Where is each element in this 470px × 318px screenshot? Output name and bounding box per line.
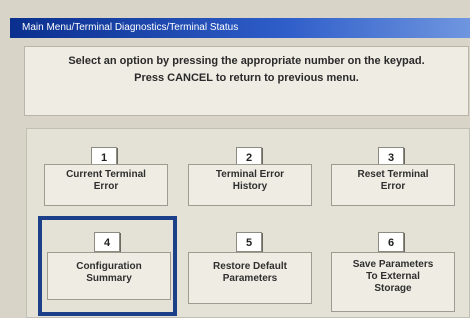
selected-option-highlight <box>38 216 177 316</box>
option-1-label-button[interactable]: Current Terminal Error <box>44 164 168 206</box>
option-1-label-line: Current Terminal <box>66 169 146 180</box>
option-3-label-button[interactable]: Reset Terminal Error <box>331 164 455 206</box>
option-6-label-line: To External <box>366 271 420 282</box>
option-6-label-line: Save Parameters <box>352 259 434 270</box>
option-3-label-line: Error <box>380 181 406 192</box>
option-6-label-line: Storage <box>374 283 412 294</box>
window-title-bar: Main Menu/Terminal Diagnostics/Terminal … <box>10 18 470 38</box>
option-6-number-button[interactable]: 6 <box>378 232 404 252</box>
window-title: Main Menu/Terminal Diagnostics/Terminal … <box>22 22 239 33</box>
instructions-line-2: Press CANCEL to return to previous menu. <box>134 72 359 84</box>
option-3-label-line: Reset Terminal <box>357 169 429 180</box>
option-5-label-line: Restore Default <box>213 261 287 272</box>
option-1-label-line: Error <box>93 181 119 192</box>
option-5-number-button[interactable]: 5 <box>236 232 262 252</box>
option-2-label-line: History <box>232 181 268 192</box>
option-6-label-button[interactable]: Save Parameters To External Storage <box>331 252 455 312</box>
instructions-line-1: Select an option by pressing the appropr… <box>68 55 425 67</box>
option-5-label-line: Parameters <box>222 273 278 284</box>
option-2-label-line: Terminal Error <box>215 169 285 180</box>
option-2-label-button[interactable]: Terminal Error History <box>188 164 312 206</box>
instructions-panel: Select an option by pressing the appropr… <box>24 46 469 116</box>
option-5-label-button[interactable]: Restore Default Parameters <box>188 252 312 304</box>
terminal-status-window: Main Menu/Terminal Diagnostics/Terminal … <box>0 0 470 318</box>
